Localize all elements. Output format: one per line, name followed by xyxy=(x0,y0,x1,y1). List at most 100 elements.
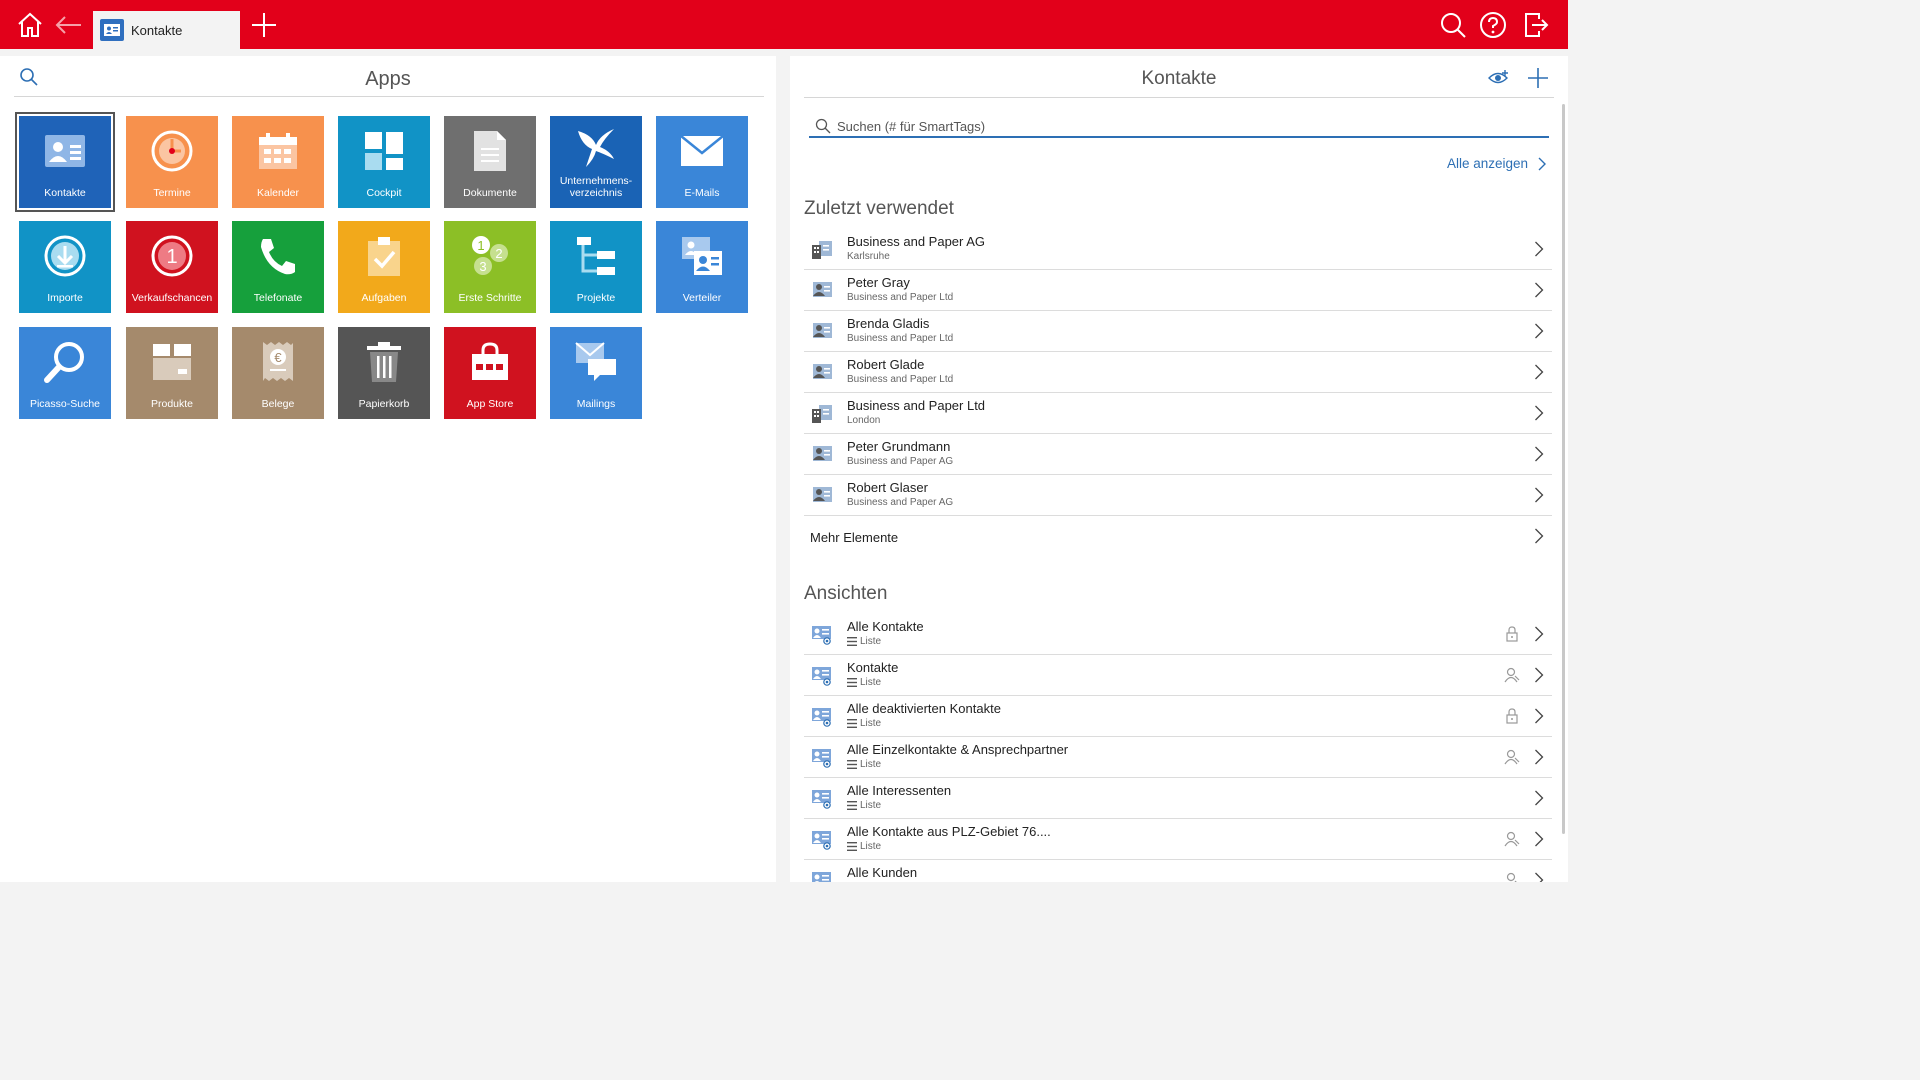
person-card-icon xyxy=(813,323,832,338)
view-type-label: Liste xyxy=(860,841,882,852)
view-type: Liste xyxy=(847,636,881,647)
recent-item[interactable]: Business and Paper Ltd London xyxy=(804,393,1552,434)
chevron-right-icon xyxy=(1535,872,1544,882)
view-type-label: Liste xyxy=(860,759,882,770)
list-icon xyxy=(847,678,857,687)
view-settings-button[interactable] xyxy=(1487,66,1511,90)
person-card-icon xyxy=(813,446,832,461)
app-tile-cockpit[interactable]: Cockpit xyxy=(338,116,430,208)
show-all-link[interactable]: Alle anzeigen xyxy=(1447,156,1546,171)
app-tile-app-store[interactable]: App Store xyxy=(444,327,536,419)
app-tile-unternehmensverzeichnis[interactable]: Unternehmens-verzeichnis xyxy=(550,116,642,208)
view-type: Liste xyxy=(847,800,881,811)
view-type-label: Liste xyxy=(860,636,882,647)
logout-button[interactable] xyxy=(1519,9,1551,41)
tile-label: Produkte xyxy=(150,398,194,410)
search-field[interactable] xyxy=(809,116,1549,138)
item-name: Peter Gray xyxy=(847,275,910,290)
app-tile-importe[interactable]: Importe xyxy=(19,221,111,313)
tile-label: E-Mails xyxy=(684,187,720,199)
view-item[interactable]: Alle Kontakte aus PLZ-Gebiet 76.... Liste xyxy=(804,819,1552,860)
back-button[interactable] xyxy=(52,9,84,41)
item-name: Robert Glaser xyxy=(847,480,928,495)
tile-label: Projekte xyxy=(576,292,616,304)
scrollbar[interactable] xyxy=(1562,104,1565,834)
item-name: Brenda Gladis xyxy=(847,316,930,331)
app-tile-kalender[interactable]: Kalender xyxy=(232,116,324,208)
dashboard-icon xyxy=(338,126,430,176)
contact-card-icon xyxy=(100,19,124,41)
view-item[interactable]: Alle Einzelkontakte & Ansprechpartner Lis… xyxy=(804,737,1552,778)
view-type: Liste xyxy=(847,718,881,729)
view-name: Alle Kunden xyxy=(847,865,918,880)
chevron-right-icon xyxy=(1535,667,1544,683)
person-card-icon xyxy=(813,487,832,502)
apps-title: Apps xyxy=(365,68,411,90)
tile-label: Mailings xyxy=(576,398,616,410)
chevron-right-icon xyxy=(1535,364,1544,380)
chevron-right-icon xyxy=(1535,749,1544,765)
view-item[interactable]: Alle Interessenten Liste xyxy=(804,778,1552,819)
item-name: Peter Grundmann xyxy=(847,439,951,454)
opportunity-icon: 1 xyxy=(126,231,218,281)
panel-title: Kontakte xyxy=(1141,68,1217,89)
add-contact-button[interactable] xyxy=(1526,66,1550,90)
tile-label-line2: verzeichnis xyxy=(569,187,623,199)
list-icon xyxy=(847,637,857,646)
view-name: Alle Kontakte aus PLZ-Gebiet 76.... xyxy=(847,824,1051,839)
app-tile-projekte[interactable]: Projekte xyxy=(550,221,642,313)
app-tile-verteiler[interactable]: Verteiler xyxy=(656,221,748,313)
app-tile-aufgaben[interactable]: Aufgaben xyxy=(338,221,430,313)
app-tile-belege[interactable]: € Belege xyxy=(232,327,324,419)
tab-kontakte[interactable]: Kontakte xyxy=(93,11,240,49)
search-input[interactable] xyxy=(831,118,1531,134)
home-button[interactable] xyxy=(14,9,46,41)
receipt-euro-icon: € xyxy=(232,337,324,387)
app-tile-produkte[interactable]: Produkte xyxy=(126,327,218,419)
recent-item[interactable]: Business and Paper AG Karlsruhe xyxy=(804,229,1552,270)
view-name: Alle deaktivierten Kontakte xyxy=(847,701,1001,716)
view-item[interactable]: Alle deaktivierten Kontakte Liste xyxy=(804,696,1552,737)
list-view-icon xyxy=(812,626,831,645)
top-bar: Kontakte xyxy=(0,0,1568,49)
tile-label: Unternehmens-verzeichnis xyxy=(550,175,642,199)
help-button[interactable] xyxy=(1477,9,1509,41)
app-tile-mailings[interactable]: Mailings xyxy=(550,327,642,419)
app-tile-kontakte[interactable]: Kontakte xyxy=(17,114,113,210)
arrow-left-icon xyxy=(55,16,81,34)
more-items-row[interactable]: Mehr Elemente xyxy=(804,516,1552,557)
chevron-right-icon xyxy=(1535,241,1544,257)
more-items-label: Mehr Elemente xyxy=(810,530,899,545)
app-tile-telefonate[interactable]: Telefonate xyxy=(232,221,324,313)
shopping-bag-icon xyxy=(444,337,536,387)
recent-item[interactable]: Robert Glaser Business and Paper AG xyxy=(804,475,1552,516)
app-tile-termine[interactable]: Termine xyxy=(126,116,218,208)
user-shared-icon xyxy=(1506,872,1517,882)
trash-icon xyxy=(338,337,430,387)
tile-label: App Store xyxy=(466,398,514,410)
mailing-icon xyxy=(550,337,642,387)
plus-icon xyxy=(252,13,276,37)
list-view-icon xyxy=(812,749,831,768)
task-clipboard-icon xyxy=(338,231,430,281)
recent-item[interactable]: Peter Grundmann Business and Paper AG xyxy=(804,434,1552,475)
app-tile-verkaufschancen[interactable]: 1 Verkaufschancen xyxy=(126,221,218,313)
view-item[interactable]: Alle Kunden xyxy=(804,860,1552,882)
recent-item[interactable]: Brenda Gladis Business and Paper Ltd xyxy=(804,311,1552,352)
app-tile-dokumente[interactable]: Dokumente xyxy=(444,116,536,208)
person-card-icon xyxy=(813,364,832,379)
view-type: Liste xyxy=(847,759,881,770)
app-tile-emails[interactable]: E-Mails xyxy=(656,116,748,208)
apps-panel: Apps Kontakte Termine Kalender Cockpit D… xyxy=(0,56,776,882)
chevron-right-icon xyxy=(1535,831,1544,847)
new-tab-button[interactable] xyxy=(248,9,280,41)
search-button[interactable] xyxy=(1437,9,1469,41)
app-tile-picasso-suche[interactable]: Picasso-Suche xyxy=(19,327,111,419)
contacts-panel: Kontakte Alle anzeigen Zuletzt verwendet… xyxy=(790,56,1568,882)
app-tile-papierkorb[interactable]: Papierkorb xyxy=(338,327,430,419)
recent-item[interactable]: Robert Glade Business and Paper Ltd xyxy=(804,352,1552,393)
recent-item[interactable]: Peter Gray Business and Paper Ltd xyxy=(804,270,1552,311)
app-tile-erste-schritte[interactable]: 123 Erste Schritte xyxy=(444,221,536,313)
view-item[interactable]: Kontakte Liste xyxy=(804,655,1552,696)
view-item[interactable]: Alle Kontakte Liste xyxy=(804,614,1552,655)
